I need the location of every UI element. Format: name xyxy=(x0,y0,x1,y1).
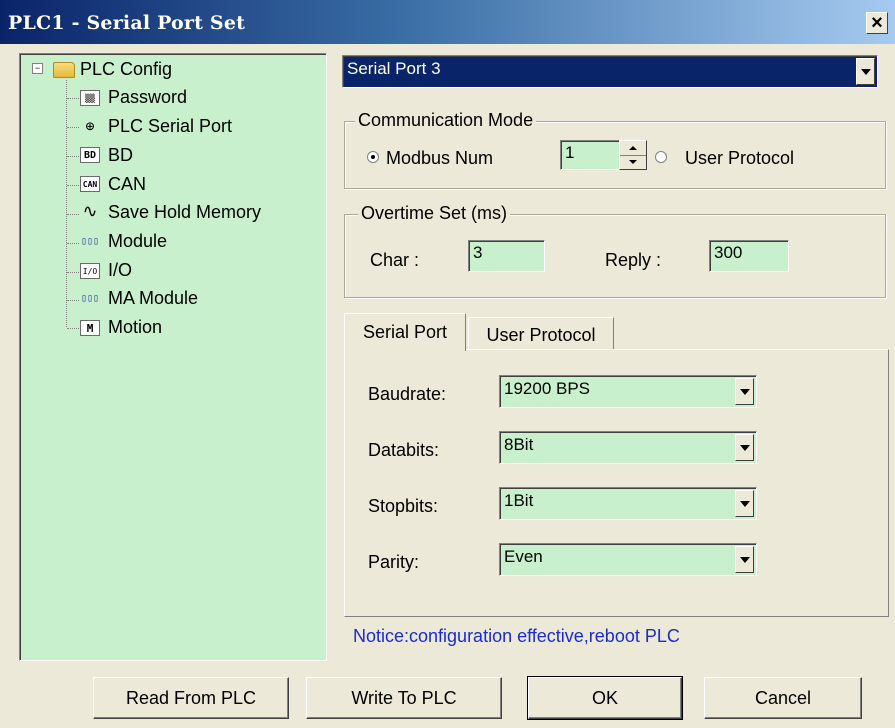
char-label: Char : xyxy=(370,250,420,270)
databits-label: Databits: xyxy=(368,440,440,460)
tree-item-plc-serial-port[interactable]: PLC Serial Port xyxy=(108,116,232,137)
tree-guide-line xyxy=(67,328,79,329)
stopbits-select[interactable]: 1Bit xyxy=(499,487,757,520)
tree-item-password[interactable]: Password xyxy=(108,87,187,108)
serial-port-select[interactable]: Serial Port 3 xyxy=(342,55,878,88)
parity-dropdown-button[interactable] xyxy=(735,546,754,573)
baudrate-select[interactable]: 19200 BPS xyxy=(499,375,757,408)
collapse-expander-icon[interactable]: − xyxy=(32,63,43,74)
parity-value: Even xyxy=(504,547,543,566)
config-tree[interactable]: − PLC Config ▒▒ Password ⊕ PLC Serial Po… xyxy=(19,53,327,661)
tree-item-plc-config[interactable]: PLC Config xyxy=(80,59,172,80)
can-icon: CAN xyxy=(80,176,100,192)
reply-input[interactable]: 300 xyxy=(709,240,789,272)
chevron-down-icon xyxy=(739,444,750,451)
chevron-down-icon xyxy=(739,500,750,507)
tree-guide-line xyxy=(67,185,79,186)
motion-icon: M xyxy=(80,320,100,336)
arrow-up-icon xyxy=(629,146,637,150)
bd-icon: BD xyxy=(80,147,100,163)
serial-port-icon: ⊕ xyxy=(85,117,95,135)
char-input[interactable]: 3 xyxy=(468,240,545,272)
tree-item-can[interactable]: CAN xyxy=(108,174,146,195)
tree-item-save-hold-memory[interactable]: Save Hold Memory xyxy=(108,202,261,223)
serial-port-dropdown-button[interactable] xyxy=(856,58,875,85)
folder-icon xyxy=(53,62,75,78)
baudrate-dropdown-button[interactable] xyxy=(735,378,754,405)
chevron-down-icon xyxy=(739,388,750,395)
ok-button[interactable]: OK xyxy=(527,676,683,720)
memory-waveform-icon: ∿ xyxy=(82,201,98,222)
ma-module-icon: ▯▯▯ xyxy=(80,293,100,304)
modbus-num-label: Modbus Num xyxy=(386,148,494,168)
chevron-down-icon xyxy=(739,556,750,563)
stopbits-value: 1Bit xyxy=(504,491,534,510)
serial-port-select-value: Serial Port 3 xyxy=(347,59,441,78)
tree-item-ma-module[interactable]: MA Module xyxy=(108,288,198,309)
write-to-plc-button[interactable]: Write To PLC xyxy=(306,677,502,719)
baudrate-value: 19200 BPS xyxy=(504,379,591,398)
tree-guide-line xyxy=(67,272,79,273)
password-icon: ▒▒ xyxy=(80,90,100,106)
overtime-title: Overtime Set (ms) xyxy=(358,203,511,224)
communication-mode-title: Communication Mode xyxy=(355,110,537,131)
window-title: PLC1 - Serial Port Set xyxy=(8,12,246,34)
parity-select[interactable]: Even xyxy=(499,543,757,576)
tree-item-module[interactable]: Module xyxy=(108,231,167,252)
modbus-num-spinner[interactable] xyxy=(619,140,647,170)
close-icon: × xyxy=(871,12,883,34)
tree-guide-line xyxy=(67,214,79,215)
io-icon: I/O xyxy=(80,263,100,279)
stopbits-dropdown-button[interactable] xyxy=(735,490,754,517)
tree-item-motion[interactable]: Motion xyxy=(108,317,162,338)
parity-label: Parity: xyxy=(368,552,420,572)
spin-down-button[interactable] xyxy=(620,155,646,169)
tree-item-bd[interactable]: BD xyxy=(108,145,133,166)
serial-port-dialog: PLC1 - Serial Port Set × − PLC Config ▒▒… xyxy=(0,0,895,728)
user-protocol-radio[interactable] xyxy=(655,151,667,163)
spin-up-button[interactable] xyxy=(620,141,646,156)
tree-guide-line xyxy=(67,300,79,301)
cancel-button[interactable]: Cancel xyxy=(704,677,862,719)
user-protocol-label: User Protocol xyxy=(685,148,795,168)
tree-item-io[interactable]: I/O xyxy=(108,260,132,281)
tree-guide-line xyxy=(67,98,79,99)
arrow-down-icon xyxy=(629,160,637,164)
tree-guide-line xyxy=(67,243,79,244)
close-button[interactable]: × xyxy=(866,12,888,34)
chevron-down-icon xyxy=(860,68,871,75)
baudrate-label: Baudrate: xyxy=(368,384,447,404)
databits-value: 8Bit xyxy=(504,435,534,454)
tree-guide-line xyxy=(67,156,79,157)
reboot-notice: Notice:configuration effective,reboot PL… xyxy=(353,626,680,646)
tree-guide-line xyxy=(66,80,67,327)
title-bar[interactable]: PLC1 - Serial Port Set × xyxy=(0,0,895,44)
stopbits-label: Stopbits: xyxy=(368,496,439,516)
databits-select[interactable]: 8Bit xyxy=(499,431,757,464)
tree-guide-line xyxy=(67,127,79,128)
tab-user-protocol[interactable]: User Protocol xyxy=(468,317,614,350)
tab-serial-port[interactable]: Serial Port xyxy=(344,313,466,351)
databits-dropdown-button[interactable] xyxy=(735,434,754,461)
read-from-plc-button[interactable]: Read From PLC xyxy=(93,677,289,719)
modbus-radio[interactable] xyxy=(367,151,379,163)
reply-label: Reply : xyxy=(605,250,662,270)
modbus-num-input[interactable]: 1 xyxy=(560,140,620,170)
module-icon: ▯▯▯ xyxy=(80,236,100,247)
